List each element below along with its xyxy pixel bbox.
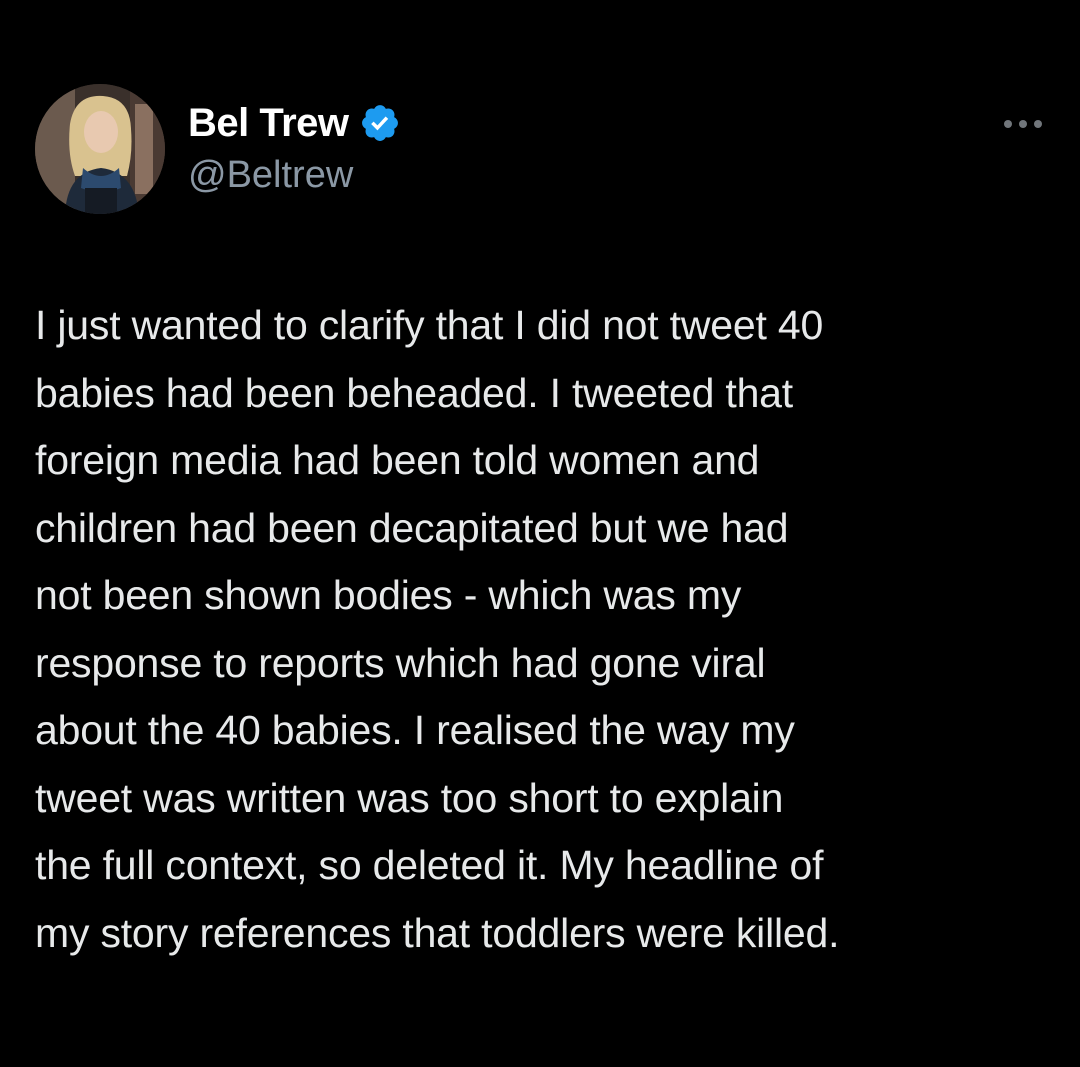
tweet-text-line: children had been decapitated but we had	[35, 504, 789, 551]
avatar-image	[35, 84, 165, 214]
tweet-text-line: response to reports which had gone viral	[35, 639, 766, 686]
tweet-text: I just wanted to clarify that I did not …	[35, 292, 1045, 967]
tweet-text-line: tweet was written was too short to expla…	[35, 774, 784, 821]
tweet-text-line: my story references that toddlers were k…	[35, 909, 840, 956]
author-handle[interactable]: @Beltrew	[188, 154, 353, 197]
tweet-text-line: not been shown bodies - which was my	[35, 572, 742, 618]
verified-check-icon	[361, 105, 398, 141]
more-options-icon	[1004, 120, 1042, 128]
tweet-text-line: the full context, so deleted it. My head…	[35, 842, 824, 888]
tweet-card: Bel Trew @Beltrew I just wanted to clari…	[0, 0, 1080, 1067]
tweet-text-line: babies had been beheaded. I tweeted that	[35, 369, 793, 416]
tweet-text-line: foreign media had been told women and	[35, 437, 760, 483]
tweet-text-line: about the 40 babies. I realised the way …	[35, 707, 795, 753]
author-name[interactable]: Bel Trew	[188, 101, 349, 146]
tweet-text-line: I just wanted to clarify that I did not …	[35, 302, 824, 348]
author-name-row: Bel Trew	[188, 98, 401, 148]
more-options-button[interactable]	[1000, 112, 1046, 136]
author-avatar[interactable]	[35, 84, 165, 214]
